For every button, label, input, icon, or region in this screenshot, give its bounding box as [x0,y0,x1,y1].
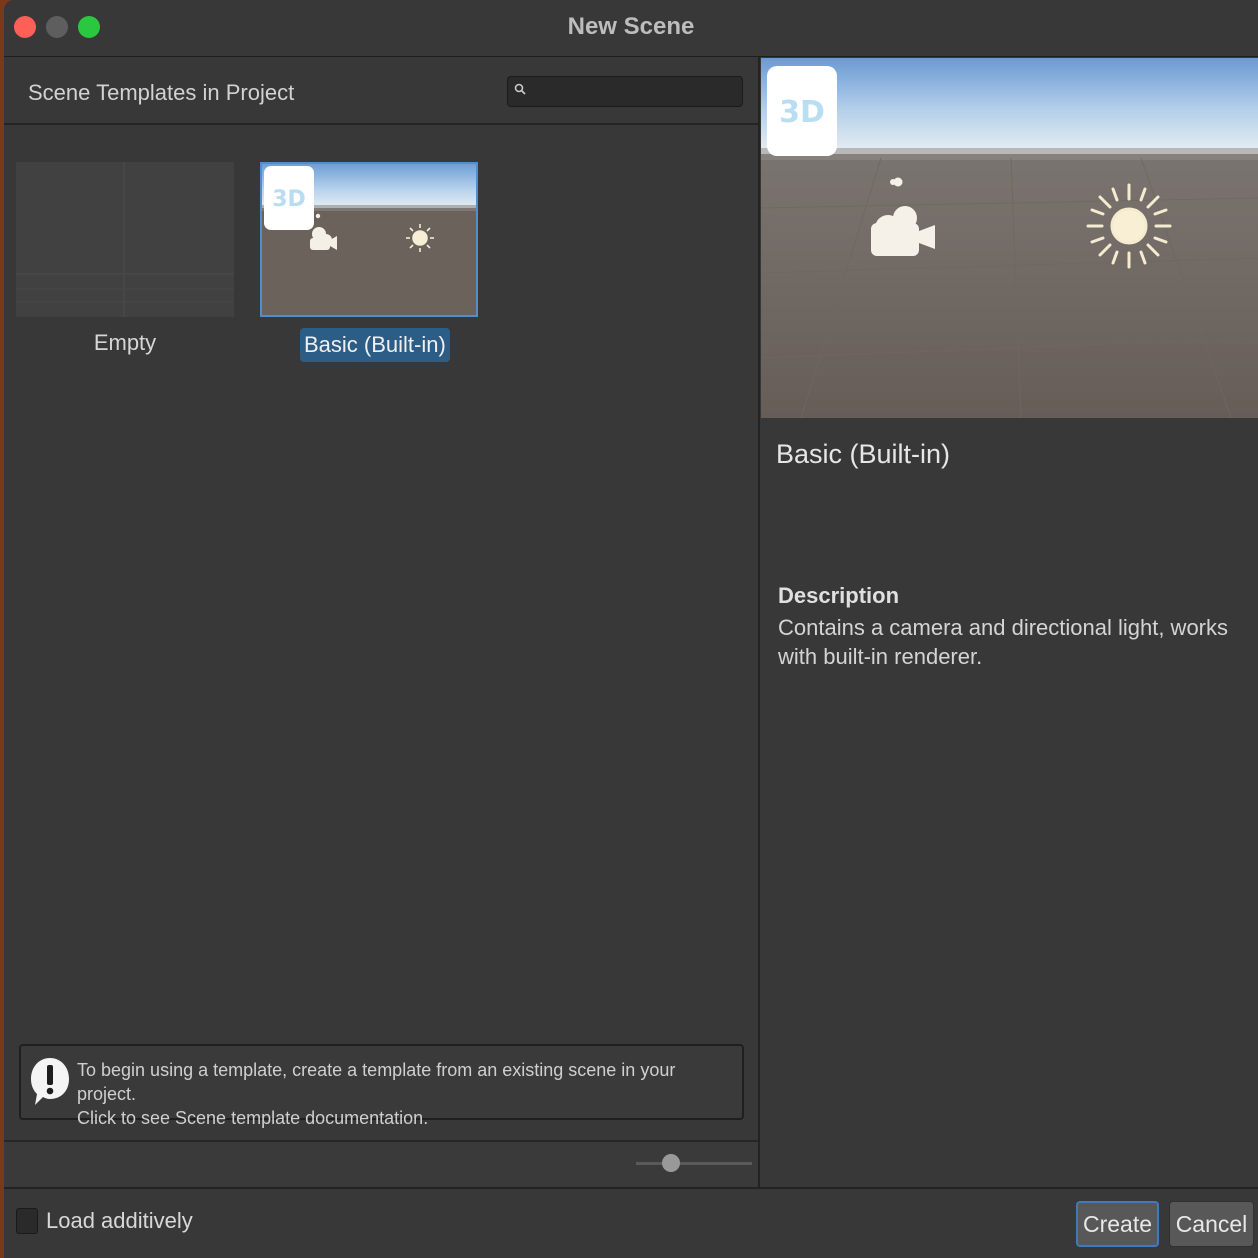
exclamation-speech-icon [31,1058,69,1105]
load-additively-label[interactable]: Load additively [46,1208,193,1234]
3d-badge-text: 3D [779,95,825,130]
empty-grid-image [16,162,234,317]
search-icon [514,83,526,95]
template-preview: 3D [761,58,1258,418]
panel-title: Scene Templates in Project [28,80,295,105]
help-text-line-2: Click to see Scene template documentatio… [77,1108,429,1128]
help-text-line-1: To begin using a template, create a temp… [77,1060,676,1104]
templates-header: Scene Templates in Project [4,57,758,125]
template-tile-basic[interactable]: 3D Basic (Built-in) [260,162,478,362]
window-title: New Scene [567,13,695,40]
help-message-box[interactable]: To begin using a template, create a temp… [19,1044,744,1128]
templates-panel: Scene Templates in Project Empty 3D Basi… [4,57,760,1187]
title-bar: New Scene [4,0,1258,57]
new-scene-window: New Scene Scene Templates in Project Emp… [4,0,1258,1258]
sun-icon [1086,183,1172,269]
template-label-basic: Basic (Built-in) [304,332,446,357]
details-panel: 3D Basic (Built-in) Description Contains… [760,57,1258,1187]
selected-label-highlight: Basic (Built-in) [300,328,450,362]
thumbnail-size-slider[interactable] [636,1162,752,1165]
thumbnail-size-slider-handle[interactable] [661,1154,680,1172]
load-additively-checkbox[interactable] [16,1208,38,1234]
template-thumbnail-empty[interactable] [16,162,234,317]
3d-badge-text: 3D [272,187,306,212]
template-thumbnail-basic[interactable]: 3D [260,162,478,317]
search-input[interactable] [532,79,736,105]
bottom-bar: Load additively Create Cancel [4,1187,1258,1258]
create-button[interactable]: Create [1076,1201,1159,1247]
template-name: Basic (Built-in) [776,439,951,469]
preview-scene-image: 3D [761,58,1258,418]
description-text: Contains a camera and directional light,… [778,615,1229,669]
cancel-button[interactable]: Cancel [1169,1201,1254,1247]
help-text: To begin using a template, create a temp… [77,1058,737,1130]
basic-scene-image: 3D [262,164,476,315]
description-heading: Description [778,583,900,608]
template-label-empty: Empty [93,330,157,355]
template-tile-empty[interactable]: Empty [16,162,234,355]
templates-footer [4,1140,758,1187]
search-box[interactable] [507,76,743,107]
